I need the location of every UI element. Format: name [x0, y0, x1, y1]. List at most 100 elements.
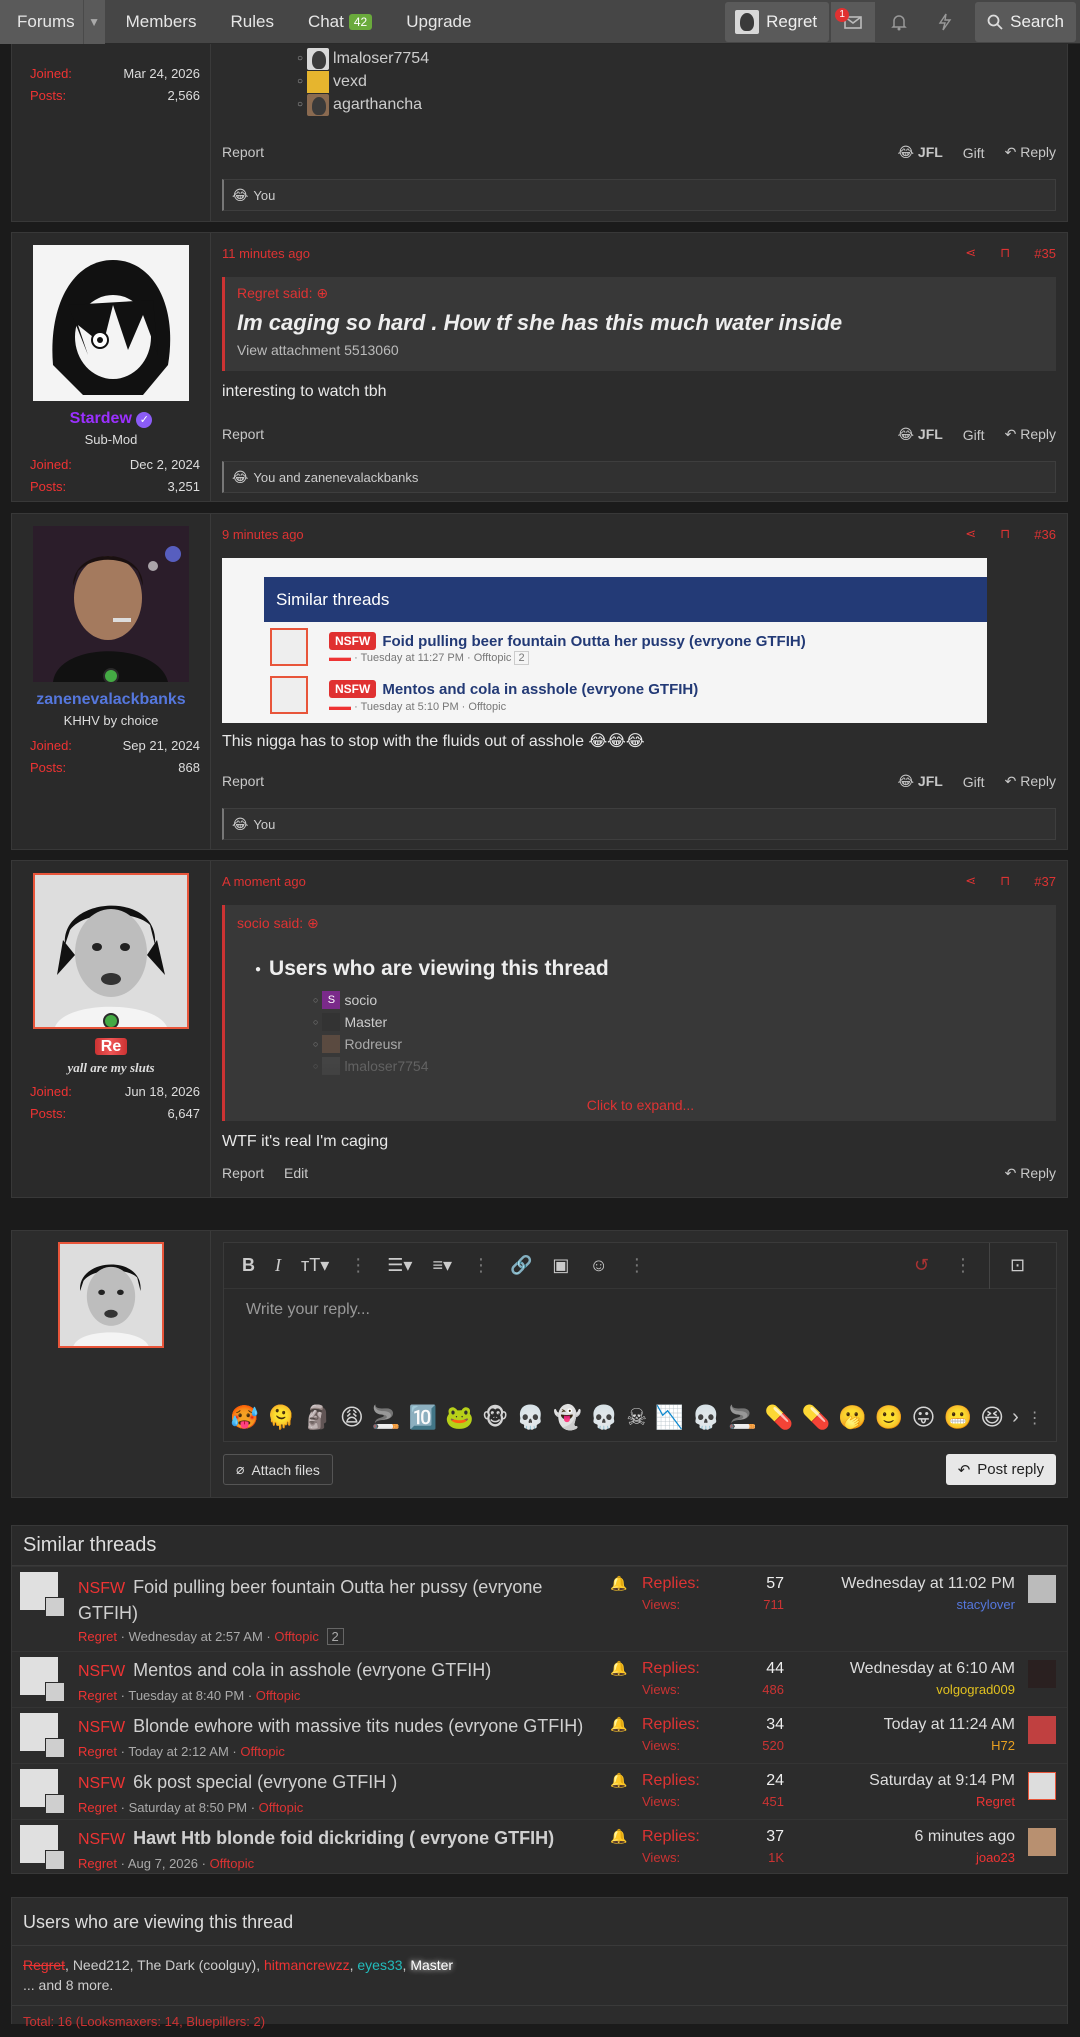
table-row[interactable]: NSFW 6k post special (evryone GTFIH ) Reg…	[12, 1763, 1067, 1819]
viewer-name[interactable]: socio	[344, 992, 377, 1008]
bookmark-icon[interactable]: ⊓	[1000, 245, 1010, 261]
undo-icon[interactable]: ↺	[914, 1255, 929, 1276]
bell-icon[interactable]	[877, 2, 921, 42]
more-icon[interactable]: ⋮	[349, 1255, 367, 1276]
thread-forum[interactable]: Offtopic	[240, 1744, 285, 1759]
nav-forums[interactable]: Forums	[0, 0, 83, 44]
viewer-link[interactable]: The Dark (coolguy)	[137, 1957, 256, 1973]
viewer-name[interactable]: Master	[344, 1014, 387, 1030]
smilie-icon[interactable]: 🫢	[838, 1404, 867, 1431]
avatar[interactable]	[33, 245, 189, 401]
edit-link[interactable]: Edit	[284, 1165, 308, 1182]
reaction-bar[interactable]: 😂 You	[222, 808, 1056, 840]
table-row[interactable]: NSFW Foid pulling beer fountain Outta her…	[12, 1566, 1067, 1651]
smilie-icon[interactable]: 👻	[553, 1404, 582, 1431]
viewer-link[interactable]: Master	[410, 1957, 453, 1973]
thread-author[interactable]: Regret	[78, 1688, 117, 1703]
table-row[interactable]: NSFW Blonde ewhore with massive tits nude…	[12, 1707, 1067, 1763]
report-link[interactable]: Report	[222, 1165, 264, 1182]
smilie-icon[interactable]: 😬	[943, 1404, 972, 1431]
thread-title[interactable]: NSFW Mentos and cola in asshole (evryone …	[78, 1660, 598, 1681]
chevron-down-icon[interactable]: ▼	[82, 0, 105, 44]
avatar[interactable]	[1028, 1660, 1056, 1688]
smilie-icon[interactable]: 😛	[911, 1404, 935, 1431]
text-size-icon[interactable]: тT▾	[301, 1255, 329, 1276]
post-number[interactable]: #35	[1034, 246, 1056, 261]
jfl-button[interactable]: 😂 JFL	[898, 773, 943, 790]
share-icon[interactable]: ⋖	[965, 873, 976, 889]
gift-button[interactable]: Gift	[963, 145, 985, 161]
username[interactable]: Re	[22, 1038, 200, 1056]
avatar[interactable]	[45, 1794, 65, 1814]
thread-forum[interactable]: Offtopic	[210, 1856, 255, 1871]
viewer-name[interactable]: lmaloser7754	[333, 50, 429, 68]
viewer-name[interactable]: agarthancha	[333, 96, 422, 114]
lightning-icon[interactable]	[923, 2, 967, 42]
last-post-date[interactable]: Wednesday at 6:10 AM	[850, 1660, 1015, 1678]
bell-icon[interactable]: 🔔	[610, 1716, 627, 1733]
nav-chat[interactable]: Chat 42	[291, 0, 389, 44]
list-icon[interactable]: ☰▾	[387, 1255, 412, 1276]
thread-author[interactable]: Regret	[78, 1629, 117, 1644]
bookmark-icon[interactable]: ⊓	[1000, 526, 1010, 542]
bell-icon[interactable]: 🔔	[610, 1575, 627, 1592]
reaction-bar[interactable]: 😂 You	[222, 179, 1056, 211]
avatar[interactable]	[45, 1738, 65, 1758]
smilie-icon[interactable]: 💀	[692, 1404, 721, 1431]
emoji-icon[interactable]: ☺	[589, 1255, 607, 1276]
account-button[interactable]: Regret	[725, 1, 830, 42]
post-number[interactable]: #37	[1034, 874, 1056, 889]
more-icon[interactable]: ⋮	[472, 1255, 490, 1276]
bell-icon[interactable]: 🔔	[610, 1828, 627, 1845]
more-icon[interactable]: ⋮	[954, 1255, 972, 1276]
viewer-link[interactable]: Regret	[23, 1957, 65, 1973]
align-icon[interactable]: ≡▾	[432, 1255, 452, 1276]
avatar[interactable]	[33, 873, 189, 1029]
share-icon[interactable]: ⋖	[965, 526, 976, 542]
reply-editor[interactable]: B I тT▾ ⋮ ☰▾ ≡▾ ⋮ 🔗 ▣ ☺ ⋮ ↺ ⋮ ⊡ Write yo…	[223, 1242, 1057, 1442]
thread-forum[interactable]: Offtopic	[259, 1800, 304, 1815]
viewer-link[interactable]: hitmancrewzz	[264, 1957, 350, 1973]
inbox-icon[interactable]: 1	[831, 1, 876, 42]
post-reply-button[interactable]: ↶ Post reply	[945, 1454, 1056, 1485]
expand-link[interactable]: Click to expand...	[225, 1097, 1056, 1113]
last-post-date[interactable]: Wednesday at 11:02 PM	[841, 1575, 1015, 1593]
thread-title[interactable]: NSFW Blonde ewhore with massive tits nude…	[78, 1716, 618, 1737]
thread-title[interactable]: NSFW Hawt Htb blonde foid dickriding ( ev…	[78, 1828, 598, 1849]
smilie-icon[interactable]: 🚬	[372, 1404, 401, 1431]
page-badge[interactable]: 2	[326, 1628, 344, 1645]
avatar[interactable]	[1028, 1716, 1056, 1744]
smilie-icon[interactable]: 🚬	[728, 1404, 757, 1431]
smilie-icon[interactable]: 💀	[516, 1404, 545, 1431]
quote-author[interactable]: Regret said: ⊕	[237, 285, 1044, 302]
post-time[interactable]: A moment ago	[222, 874, 306, 889]
smilie-icon[interactable]: 💊	[802, 1404, 831, 1431]
report-link[interactable]: Report	[222, 773, 264, 790]
smilie-icon[interactable]: 😆	[980, 1404, 1004, 1431]
last-post-user[interactable]: joao23	[976, 1850, 1015, 1865]
thread-forum[interactable]: Offtopic	[274, 1629, 319, 1644]
quote-author[interactable]: socio said: ⊕	[237, 915, 1044, 932]
smilie-icon[interactable]: 🥵	[230, 1404, 259, 1431]
italic-icon[interactable]: I	[275, 1255, 281, 1276]
thread-forum[interactable]: Offtopic	[256, 1688, 301, 1703]
last-post-user[interactable]: H72	[991, 1738, 1015, 1753]
post-time[interactable]: 11 minutes ago	[222, 246, 310, 261]
viewer-link[interactable]: Need212	[73, 1957, 130, 1973]
smilie-icon[interactable]: ☠	[626, 1404, 647, 1431]
thread-title[interactable]: NSFW 6k post special (evryone GTFIH )	[78, 1772, 598, 1793]
bold-icon[interactable]: B	[242, 1255, 255, 1276]
avatar[interactable]	[45, 1850, 65, 1870]
gift-button[interactable]: Gift	[963, 774, 985, 790]
nav-upgrade[interactable]: Upgrade	[389, 0, 488, 44]
chevron-right-icon[interactable]: ›	[1012, 1406, 1019, 1429]
jfl-button[interactable]: 😂 JFL	[898, 144, 943, 161]
reply-button[interactable]: ↶ Reply	[1005, 426, 1056, 443]
more-icon[interactable]: ⋮	[1027, 1408, 1043, 1428]
reaction-bar[interactable]: 😂 You and zanenevalackbanks	[222, 461, 1056, 493]
report-link[interactable]: Report	[222, 426, 264, 443]
avatar[interactable]	[45, 1682, 65, 1702]
avatar[interactable]	[1028, 1828, 1056, 1856]
post-time[interactable]: 9 minutes ago	[222, 527, 304, 542]
thread-author[interactable]: Regret	[78, 1744, 117, 1759]
